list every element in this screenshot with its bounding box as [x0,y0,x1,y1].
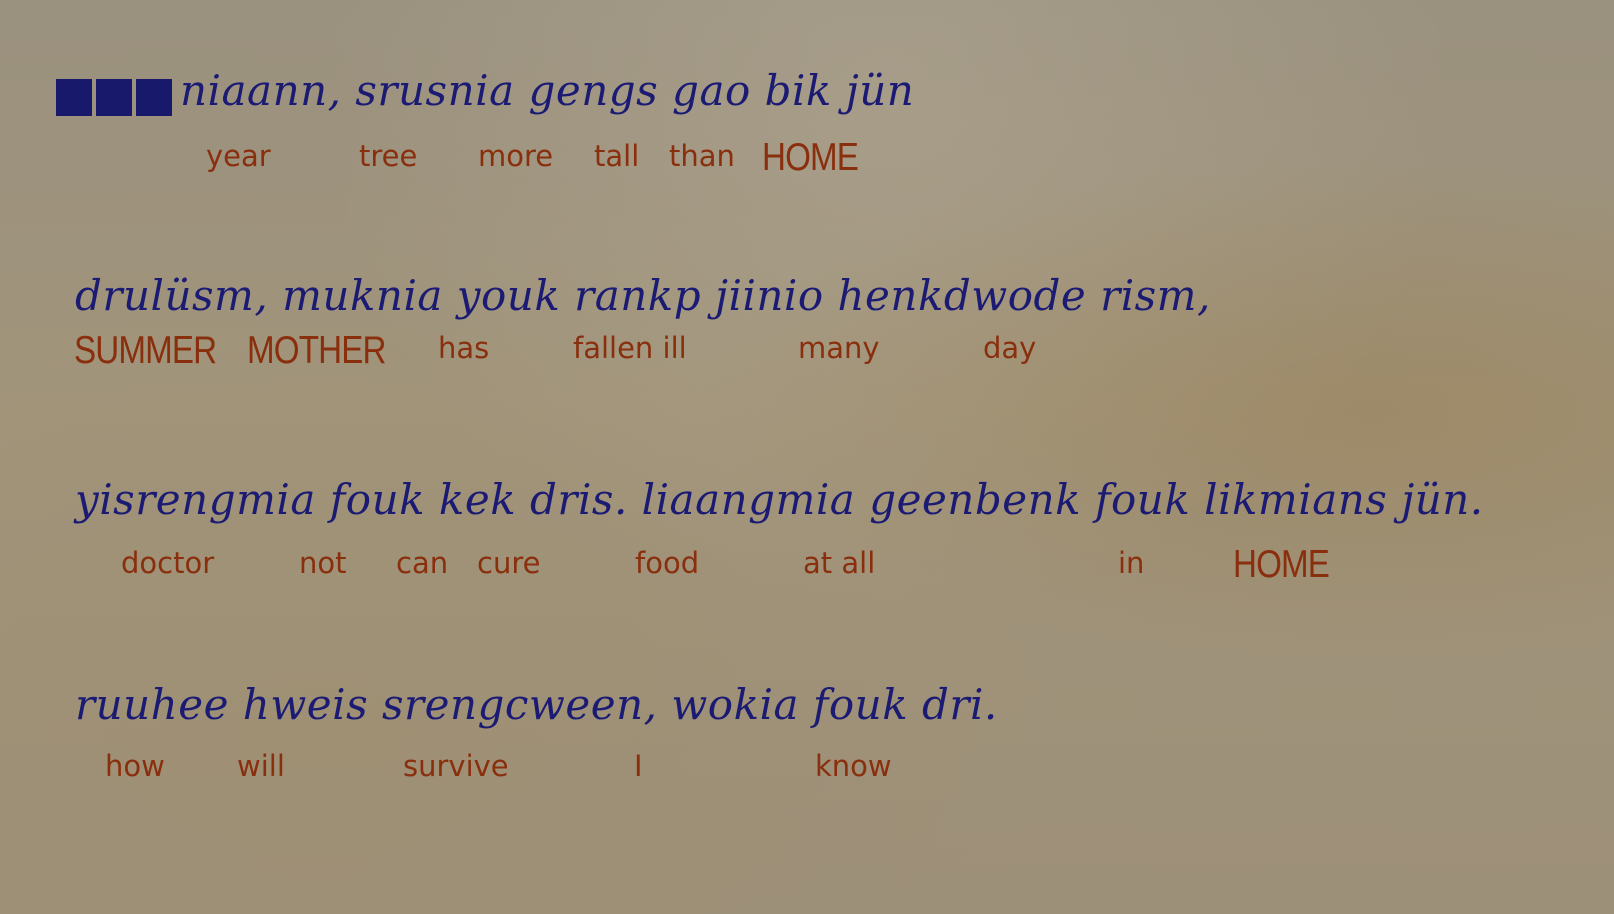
gloss-word: year [206,139,271,173]
gloss-word: how [105,749,165,783]
gloss-word: fallen ill [573,331,687,365]
gloss-word-emphasis: HOME [762,136,859,179]
gloss-word: many [798,331,880,365]
redaction-block [96,79,132,116]
gloss-word: tree [359,139,418,173]
script-line-3: yisrengmia fouk kek dris. liaangmia geen… [75,475,1484,524]
gloss-word: in [1118,546,1145,580]
gloss-word-emphasis: HOME [1233,543,1330,586]
page-canvas: niaann, srusnia gengs gao bik jün year t… [0,0,1614,914]
gloss-word: cure [477,546,541,580]
gloss-word: survive [403,749,509,783]
gloss-word: will [237,749,285,783]
script-line-1: niaann, srusnia gengs gao bik jün [180,66,915,115]
gloss-word: I [634,749,643,783]
redaction-blocks [56,79,172,116]
redaction-block [56,79,92,116]
script-line-2: drulüsm, muknia youk rankp jiinio henkdw… [75,271,1211,320]
script-line-4: ruuhee hweis srengcween, wokia fouk dri. [75,680,998,729]
gloss-word: can [396,546,449,580]
gloss-word-emphasis: MOTHER [247,329,386,372]
gloss-word: day [983,331,1037,365]
redaction-block [136,79,172,116]
gloss-word: at all [803,546,876,580]
gloss-word: not [299,546,347,580]
gloss-word: know [815,749,892,783]
gloss-word: more [478,139,554,173]
gloss-word: tall [594,139,640,173]
gloss-word: than [669,139,735,173]
gloss-word: doctor [121,546,215,580]
gloss-word-emphasis: SUMMER [74,329,217,372]
gloss-word: food [635,546,700,580]
gloss-word: has [438,331,490,365]
